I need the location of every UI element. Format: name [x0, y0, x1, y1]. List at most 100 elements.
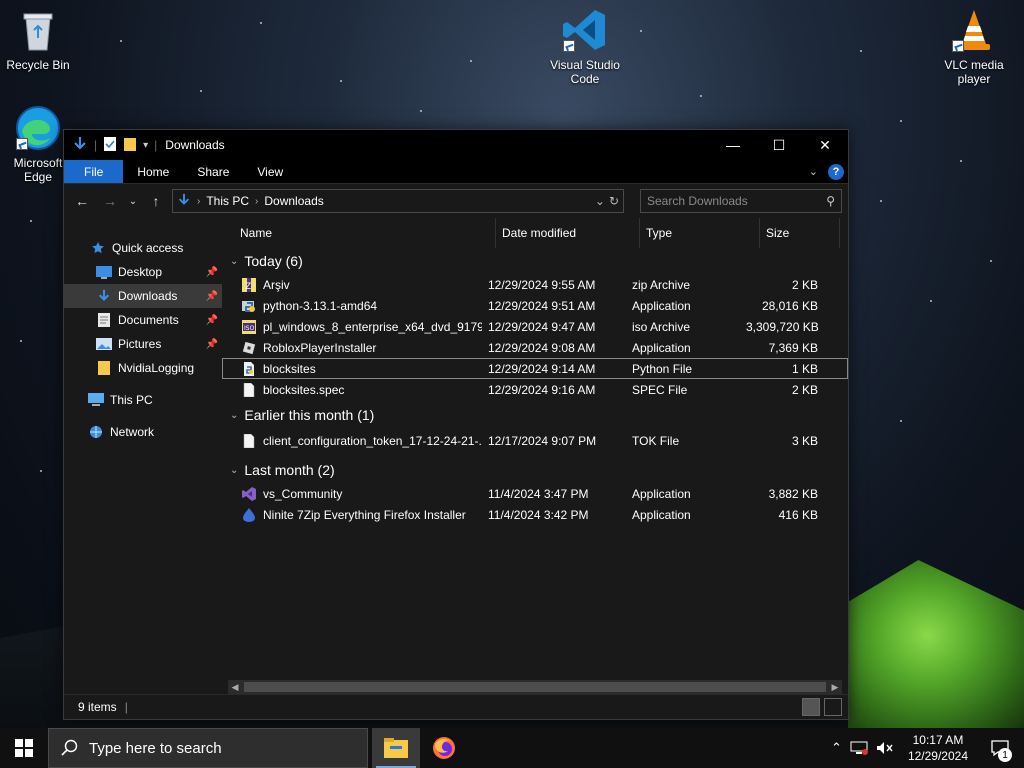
file-date: 12/29/2024 9:55 AM [488, 277, 596, 292]
details-view-button[interactable] [802, 698, 820, 716]
close-button[interactable]: ✕ [802, 130, 848, 160]
breadcrumb-chevron-icon: › [197, 195, 201, 207]
desktop-icon-label: Microsoft Edge [13, 156, 63, 184]
pin-icon[interactable]: 📌 [206, 267, 218, 278]
desktop-folder-icon [96, 265, 112, 279]
breadcrumb-this-pc[interactable]: This PC [206, 194, 249, 208]
nav-quick-access[interactable]: Quick access [64, 236, 222, 260]
file-date: 12/29/2024 9:16 AM [488, 382, 596, 397]
column-name[interactable]: Name [222, 218, 496, 248]
nav-this-pc[interactable]: This PC [64, 388, 222, 412]
file-type: Application [632, 486, 691, 501]
file-row[interactable]: python-3.13.1-amd64 12/29/2024 9:51 AM A… [222, 295, 848, 316]
new-folder-icon[interactable] [123, 136, 137, 155]
group-header[interactable]: ⌄ Today (6) [222, 248, 848, 274]
tab-home[interactable]: Home [123, 160, 183, 183]
network-status-icon[interactable] [850, 741, 868, 755]
file-row[interactable]: client_configuration_token_17-12-24-21-.… [222, 430, 848, 451]
action-center-button[interactable]: 1 [982, 728, 1018, 768]
taskbar-firefox[interactable] [420, 728, 468, 768]
nav-label: Desktop [118, 265, 163, 279]
nav-downloads[interactable]: Downloads 📌 [64, 284, 222, 308]
column-type[interactable]: Type [640, 218, 760, 248]
horizontal-scrollbar[interactable]: ◀ ▶ [228, 680, 842, 694]
file-type: SPEC File [632, 382, 688, 397]
pin-icon[interactable]: 📌 [206, 291, 218, 302]
nav-label: Quick access [112, 241, 184, 255]
recent-locations-button[interactable]: ⌄ [126, 189, 140, 213]
file-row[interactable]: Ninite 7Zip Everything Firefox Installer… [222, 504, 848, 525]
nav-documents[interactable]: Documents 📌 [64, 308, 222, 332]
file-row[interactable]: vs_Community 11/4/2024 3:47 PM Applicati… [222, 483, 848, 504]
large-icons-view-button[interactable] [824, 698, 842, 716]
help-icon[interactable]: ? [828, 163, 844, 180]
nav-label: Downloads [118, 289, 178, 303]
file-row[interactable]: blocksites.spec 12/29/2024 9:16 AM SPEC … [222, 379, 848, 400]
scrollbar-thumb[interactable] [244, 682, 826, 692]
tab-view[interactable]: View [243, 160, 297, 183]
search-placeholder: Search Downloads [647, 194, 748, 208]
desktop-icon-vlc[interactable]: VLC media player [936, 6, 1012, 86]
iso-archive-icon: ISO [242, 319, 256, 334]
address-dropdown-icon[interactable]: ⌄ [595, 194, 605, 208]
file-explorer-window: | ▾ | Downloads — ☐ ✕ File Home Share Vi… [63, 129, 849, 720]
download-arrow-icon [72, 136, 88, 155]
file-name: client_configuration_token_17-12-24-21-.… [263, 433, 482, 448]
taskbar-search-box[interactable]: Type here to search [48, 728, 368, 768]
column-size[interactable]: Size [760, 218, 840, 248]
desktop-icon-label: Visual Studio Code [550, 58, 620, 86]
file-size: 2 KB [791, 382, 818, 397]
recycle-bin-icon [14, 6, 62, 54]
pin-icon[interactable]: 📌 [206, 315, 218, 326]
python-installer-icon [242, 299, 256, 313]
address-bar[interactable]: › This PC › Downloads ⌄ ↻ [172, 189, 624, 213]
back-button[interactable]: ← [70, 189, 94, 213]
breadcrumb-downloads[interactable]: Downloads [264, 194, 323, 208]
blank-file-icon [242, 382, 256, 397]
desktop-icon-recycle-bin[interactable]: Recycle Bin [0, 6, 76, 72]
nav-network[interactable]: Network [64, 420, 222, 444]
desktop-icon-vscode[interactable]: Visual Studio Code [547, 6, 623, 86]
file-row[interactable]: ISO pl_windows_8_enterprise_x64_dvd_91792… [222, 316, 848, 337]
minimize-button[interactable]: — [710, 130, 756, 160]
group-header[interactable]: ⌄ Earlier this month (1) [222, 402, 848, 428]
file-name: pl_windows_8_enterprise_x64_dvd_917924 [263, 319, 482, 334]
python-file-icon [242, 361, 256, 376]
system-tray: ⌃ 10:17 AM 12/29/2024 1 [831, 728, 1024, 768]
expand-ribbon-icon[interactable]: ⌄ [809, 165, 818, 178]
nav-pictures[interactable]: Pictures 📌 [64, 332, 222, 356]
file-row[interactable]: RobloxPlayerInstaller 12/29/2024 9:08 AM… [222, 337, 848, 358]
tab-share[interactable]: Share [183, 160, 243, 183]
status-divider: | [124, 700, 128, 714]
chevron-down-icon: ⌄ [230, 464, 239, 476]
file-row[interactable]: blocksites 12/29/2024 9:14 AM Python Fil… [222, 358, 848, 379]
nav-desktop[interactable]: Desktop 📌 [64, 260, 222, 284]
nav-nvidialogging[interactable]: NvidiaLogging [64, 356, 222, 380]
properties-icon[interactable] [103, 136, 117, 155]
volume-muted-icon[interactable] [876, 741, 894, 755]
start-button[interactable] [0, 728, 48, 768]
search-box[interactable]: Search Downloads ⚲ [640, 189, 842, 213]
clock[interactable]: 10:17 AM 12/29/2024 [902, 732, 974, 764]
refresh-icon[interactable]: ↻ [609, 194, 619, 208]
customize-toolbar-icon[interactable]: ▾ [143, 140, 148, 151]
star-icon [90, 241, 106, 255]
group-header[interactable]: ⌄ Last month (2) [222, 457, 848, 483]
column-headers: Name Date modified Type Size [222, 218, 848, 248]
scroll-right-icon[interactable]: ▶ [828, 682, 842, 693]
tab-file[interactable]: File [64, 160, 124, 183]
file-row[interactable]: Z Arşiv 12/29/2024 9:55 AM zip Archive 2 … [222, 274, 848, 295]
up-button[interactable]: ↑ [144, 189, 168, 213]
nav-label: Pictures [118, 337, 162, 351]
pin-icon[interactable]: 📌 [206, 339, 218, 350]
file-date: 11/4/2024 3:42 PM [488, 507, 589, 522]
blank-file-icon [242, 433, 256, 448]
forward-button[interactable]: → [98, 189, 122, 213]
scroll-left-icon[interactable]: ◀ [228, 682, 242, 693]
column-date-modified[interactable]: Date modified [496, 218, 640, 248]
taskbar-file-explorer[interactable] [372, 728, 420, 768]
show-hidden-icons-icon[interactable]: ⌃ [831, 740, 842, 756]
maximize-button[interactable]: ☐ [756, 130, 802, 160]
file-date: 12/29/2024 9:51 AM [488, 298, 596, 313]
glowing-tent [848, 560, 1024, 728]
